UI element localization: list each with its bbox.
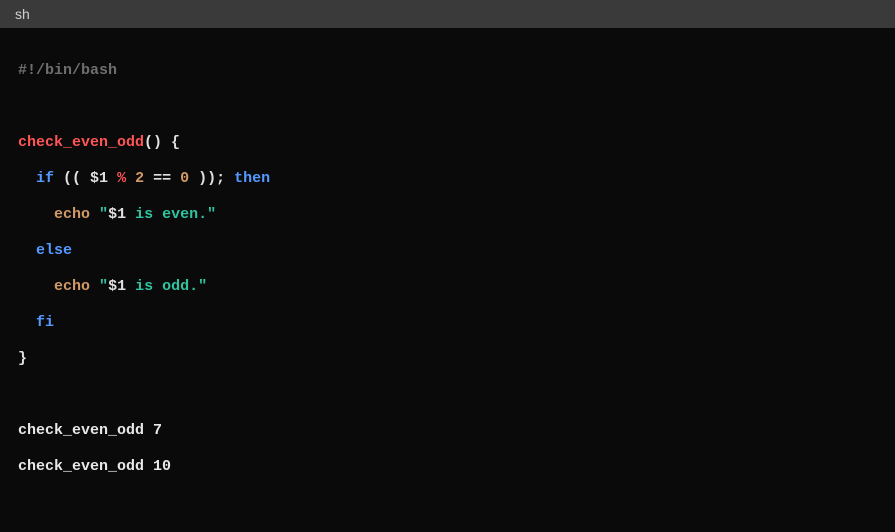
code-line-fi: fi [18,305,877,341]
dbl-paren-close: )); [189,170,225,187]
num-two: 2 [135,170,144,187]
language-header: sh [0,0,895,28]
call2-arg: 10 [153,458,171,475]
str-var: $1 [108,206,126,223]
arg-var: $1 [90,170,108,187]
blank-line [18,377,877,413]
code-line-else: else [18,233,877,269]
call1-name: check_even_odd [18,422,153,439]
open-brace: { [162,134,180,151]
str-var: $1 [108,278,126,295]
quote-close: " [198,278,207,295]
code-line-call1: check_even_odd 7 [18,413,877,449]
parens: () [144,134,162,151]
num-zero: 0 [180,170,189,187]
close-brace: } [18,350,27,367]
code-line-echo-odd: echo "$1 is odd." [18,269,877,305]
else-keyword: else [36,242,72,259]
quote-open: " [99,206,108,223]
echo-keyword: echo [54,278,90,295]
code-line-close-brace: } [18,341,877,377]
function-name: check_even_odd [18,134,144,151]
str-even: is even. [126,206,207,223]
echo-keyword: echo [54,206,90,223]
language-label: sh [15,6,30,22]
code-line-if: if (( $1 % 2 == 0 )); then [18,161,877,197]
then-keyword: then [225,170,270,187]
blank-line [18,89,877,125]
code-line-shebang: #!/bin/bash [18,53,877,89]
shebang-text: #!/bin/bash [18,62,117,79]
code-block: #!/bin/bash check_even_odd() { if (( $1 … [0,28,895,510]
code-line-call2: check_even_odd 10 [18,449,877,485]
fi-keyword: fi [36,314,54,331]
call2-name: check_even_odd [18,458,153,475]
quote-open: " [99,278,108,295]
code-line-echo-even: echo "$1 is even." [18,197,877,233]
if-keyword: if [36,170,54,187]
dbl-paren-open: (( [54,170,90,187]
str-odd: is odd. [126,278,198,295]
quote-close: " [207,206,216,223]
code-line-func-decl: check_even_odd() { [18,125,877,161]
eq-op: == [144,170,180,187]
mod-op: % [108,170,135,187]
call1-arg: 7 [153,422,162,439]
